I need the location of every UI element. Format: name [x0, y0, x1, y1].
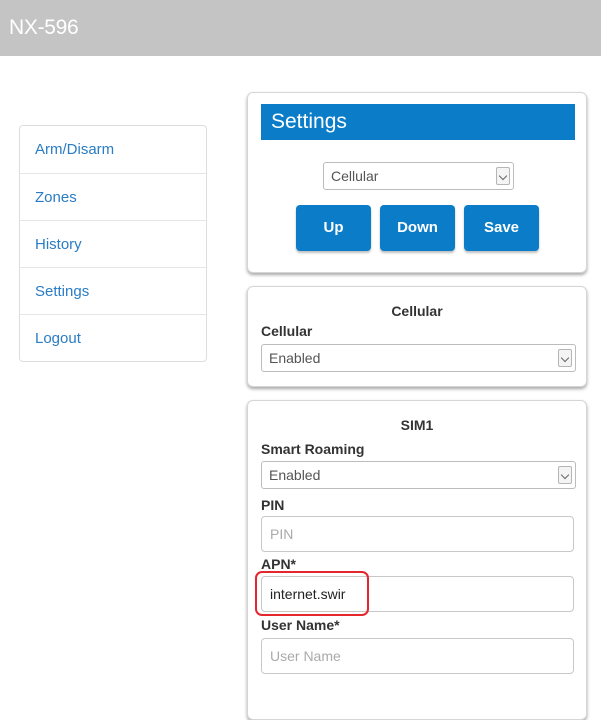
- settings-panel: Settings Cellular Up Down Save: [247, 92, 587, 273]
- settings-panel-title: Settings: [261, 104, 575, 140]
- cellular-label: Cellular: [261, 323, 313, 339]
- top-bar: NX-596: [0, 0, 601, 56]
- cellular-section-title: Cellular: [391, 303, 443, 319]
- nav-item-settings[interactable]: Settings: [20, 267, 206, 314]
- down-button[interactable]: Down: [380, 205, 455, 251]
- up-button[interactable]: Up: [296, 205, 371, 251]
- sim1-panel: SIM1 Smart Roaming Enabled PIN PIN APN* …: [247, 400, 587, 720]
- nav-item-logout[interactable]: Logout: [20, 314, 206, 361]
- smart-roaming-select[interactable]: Enabled: [261, 461, 576, 489]
- smart-roaming-label: Smart Roaming: [261, 441, 365, 457]
- side-navigation: Arm/Disarm Zones History Settings Logout: [19, 125, 207, 362]
- pin-input[interactable]: PIN: [261, 516, 574, 552]
- smart-roaming-value: Enabled: [269, 467, 321, 483]
- user-name-input[interactable]: User Name: [261, 638, 574, 674]
- pin-label: PIN: [261, 497, 285, 513]
- cellular-panel: Cellular Cellular Enabled: [247, 286, 587, 387]
- nav-item-zones[interactable]: Zones: [20, 173, 206, 220]
- nav-item-arm-disarm[interactable]: Arm/Disarm: [20, 126, 206, 173]
- sim1-section-title: SIM1: [400, 417, 434, 433]
- app-title: NX-596: [9, 16, 79, 39]
- cellular-value: Enabled: [269, 350, 321, 366]
- nav-item-history[interactable]: History: [20, 220, 206, 267]
- settings-section-value: Cellular: [331, 168, 379, 184]
- chevron-down-icon: [558, 349, 572, 367]
- cellular-select[interactable]: Enabled: [261, 344, 576, 372]
- apn-label: APN*: [261, 556, 297, 572]
- apn-highlight-annotation: [255, 571, 369, 616]
- settings-section-select[interactable]: Cellular: [323, 162, 514, 190]
- chevron-down-icon: [496, 167, 510, 185]
- chevron-down-icon: [558, 466, 572, 484]
- user-name-label: User Name*: [261, 617, 340, 633]
- save-button[interactable]: Save: [464, 205, 539, 251]
